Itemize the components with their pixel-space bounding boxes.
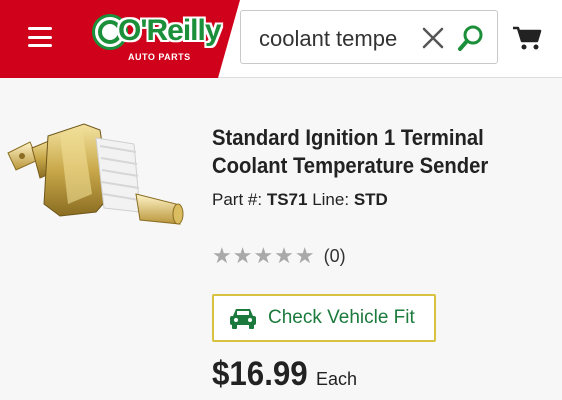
review-count[interactable]: (0) — [324, 246, 346, 267]
close-icon[interactable] — [421, 26, 445, 50]
car-icon — [230, 309, 256, 329]
part-info: Part #: TS71 Line: STD — [212, 190, 388, 210]
product-title: Standard Ignition 1 Terminal Coolant Tem… — [212, 124, 525, 180]
product-title-line-1: Standard Ignition 1 Terminal — [212, 125, 484, 150]
part-number: TS71 — [266, 190, 308, 209]
line-value: STD — [353, 190, 388, 209]
product-image[interactable] — [0, 108, 200, 258]
search-input[interactable]: coolant tempe — [259, 26, 415, 52]
check-vehicle-fit-button[interactable]: Check Vehicle Fit — [212, 294, 436, 342]
product-title-line-2: Coolant Temperature Sender — [212, 153, 489, 178]
logo-tagline: AUTO PARTS — [128, 52, 191, 62]
price-unit: Each — [316, 369, 358, 389]
site-header: O'Reilly AUTO PARTS coolant tempe — [0, 0, 562, 78]
search-icon[interactable] — [457, 24, 485, 52]
search-box[interactable]: coolant tempe — [240, 10, 498, 64]
price-amount: $16.99 — [212, 355, 308, 393]
cart-icon[interactable] — [512, 25, 542, 51]
part-label: Part #: — [212, 190, 263, 209]
product-rating[interactable]: ★★★★★ (0) — [212, 245, 346, 267]
star-rating-icon: ★★★★★ — [212, 243, 316, 268]
price-block: $16.99 Each — [212, 355, 357, 394]
logo-wordmark: O'Reilly — [118, 14, 222, 47]
line-label: Line: — [312, 190, 350, 209]
hamburger-menu-icon[interactable] — [28, 27, 52, 47]
oreilly-logo[interactable]: O'Reilly AUTO PARTS — [92, 10, 222, 64]
check-vehicle-fit-label: Check Vehicle Fit — [268, 307, 415, 328]
